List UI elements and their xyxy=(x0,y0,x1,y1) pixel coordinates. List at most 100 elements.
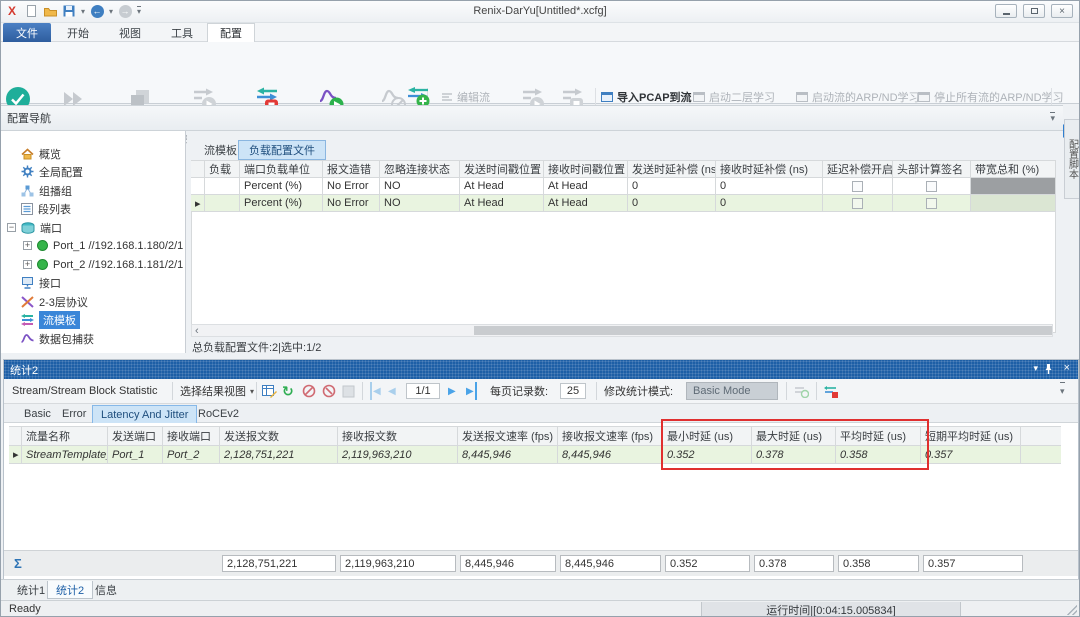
rx-port-cell[interactable]: Port_2 xyxy=(163,446,220,464)
collapse-node-icon[interactable]: − xyxy=(7,223,16,232)
table-row[interactable]: Percent (%) No Error NO At Head At Head … xyxy=(191,178,1056,195)
tab-load-profile[interactable]: 负载配置文件 xyxy=(238,140,326,160)
tab-error[interactable]: Error xyxy=(54,405,94,423)
tx-timestamp-cell[interactable]: At Head xyxy=(460,195,544,212)
minimize-button[interactable] xyxy=(995,4,1017,18)
column-header[interactable]: 带宽总和 (%) xyxy=(971,160,1056,178)
column-header[interactable]: 最大时延 (us) xyxy=(752,426,836,446)
restore-button[interactable] xyxy=(1023,4,1045,18)
max-latency-cell[interactable]: 0.378 xyxy=(752,446,836,464)
tab-config[interactable]: 配置 xyxy=(207,23,255,42)
load-cell[interactable] xyxy=(205,178,240,195)
refresh-icon[interactable]: ↻ xyxy=(282,382,294,400)
rx-comp-cell[interactable]: 0 xyxy=(716,178,823,195)
panel-dropdown-icon[interactable]: ▾ xyxy=(1033,363,1038,374)
table-row-selected[interactable]: ▸ Percent (%) No Error NO At Head At Hea… xyxy=(191,195,1056,212)
checkbox[interactable] xyxy=(852,181,863,192)
horizontal-scrollbar[interactable]: ‹ xyxy=(191,324,1053,337)
checkbox[interactable] xyxy=(926,181,937,192)
scrollbar-thumb[interactable] xyxy=(474,326,1052,335)
prev-page-icon[interactable]: ◀ xyxy=(388,382,396,400)
stream-block-stats-icon[interactable] xyxy=(824,382,839,400)
sidebar-item-global-config[interactable]: 全局配置 xyxy=(21,163,83,180)
column-header[interactable]: 发送报文数 xyxy=(220,426,338,446)
column-header[interactable]: 发送时延补偿 (ns) xyxy=(628,160,716,178)
unit-cell[interactable]: Percent (%) xyxy=(240,195,323,212)
expand-node-icon[interactable]: + xyxy=(23,241,32,250)
last-page-icon[interactable]: ▶ xyxy=(466,382,477,400)
column-header[interactable]: 端口负载单位 xyxy=(240,160,323,178)
sidebar-item-overview[interactable]: 概览 xyxy=(21,145,61,162)
pin-icon[interactable] xyxy=(1043,363,1054,378)
expand-node-icon[interactable]: + xyxy=(23,260,32,269)
column-header[interactable]: 最小时延 (us) xyxy=(663,426,752,446)
column-header[interactable]: 头部计算签名 xyxy=(893,160,971,178)
column-header[interactable]: 流量名称 xyxy=(22,426,108,446)
rx-frames-cell[interactable]: 2,119,963,210 xyxy=(338,446,458,464)
panel-menu-icon[interactable]: ▾ xyxy=(1050,112,1055,124)
select-result-view-button[interactable]: 选择结果视图 ▾ xyxy=(180,382,254,400)
per-page-input[interactable]: 25 xyxy=(560,383,586,399)
clear-all-statistics-icon[interactable] xyxy=(322,382,336,400)
column-header[interactable]: 接收报文速率 (fps) xyxy=(558,426,663,446)
sidebar-item-multicast-group[interactable]: 组播组 xyxy=(21,182,72,199)
tx-timestamp-cell[interactable]: At Head xyxy=(460,178,544,195)
tab-basic[interactable]: Basic xyxy=(16,405,59,423)
first-page-icon[interactable]: ◀ xyxy=(370,382,381,400)
sidebar-item-stream-template[interactable]: 流模板 xyxy=(21,311,80,328)
rx-rate-cell[interactable]: 8,445,946 xyxy=(558,446,663,464)
column-header[interactable]: 平均时延 (us) xyxy=(836,426,921,446)
unit-cell[interactable]: Percent (%) xyxy=(240,178,323,195)
tx-frames-cell[interactable]: 2,128,751,221 xyxy=(220,446,338,464)
rx-comp-cell[interactable]: 0 xyxy=(716,195,823,212)
tx-port-cell[interactable]: Port_1 xyxy=(108,446,163,464)
load-cell[interactable] xyxy=(205,195,240,212)
rx-timestamp-cell[interactable]: At Head xyxy=(544,195,628,212)
column-header[interactable]: 忽略连接状态 xyxy=(380,160,460,178)
column-header[interactable]: 短期平均时延 (us) xyxy=(921,426,1021,446)
column-header[interactable]: 接收时间戳位置 xyxy=(544,160,628,178)
import-pcap-button[interactable]: 导入PCAP到流 xyxy=(601,90,692,104)
column-header[interactable]: 延迟补偿开启 xyxy=(823,160,893,178)
column-header[interactable]: 接收时延补偿 (ns) xyxy=(716,160,823,178)
clear-statistics-icon[interactable] xyxy=(302,382,316,400)
tab-latency-and-jitter[interactable]: Latency And Jitter xyxy=(92,405,197,423)
column-header[interactable]: 发送报文速率 (fps) xyxy=(458,426,558,446)
sidebar-item-segment-list[interactable]: 段列表 xyxy=(21,200,71,217)
error-cell[interactable]: No Error xyxy=(323,178,380,195)
tab-tools[interactable]: 工具 xyxy=(159,23,205,42)
sidebar-item-ports[interactable]: − 端口 xyxy=(7,219,62,236)
stream-name-cell[interactable]: StreamTemplate_1 xyxy=(22,446,108,464)
rx-timestamp-cell[interactable]: At Head xyxy=(544,178,628,195)
close-button[interactable]: × xyxy=(1051,4,1073,18)
config-script-side-tab[interactable]: 配置脚本 xyxy=(1064,119,1080,199)
customize-columns-icon[interactable] xyxy=(262,382,277,400)
tab-file[interactable]: 文件 xyxy=(3,23,51,42)
tx-comp-cell[interactable]: 0 xyxy=(628,195,716,212)
min-latency-cell[interactable]: 0.352 xyxy=(663,446,752,464)
close-panel-icon[interactable]: × xyxy=(1064,362,1070,374)
latency-comp-cell[interactable] xyxy=(823,195,893,212)
tab-home[interactable]: 开始 xyxy=(55,23,101,42)
sidebar-item-interface[interactable]: 接口 xyxy=(21,274,61,291)
sidebar-item-port2[interactable]: + Port_2 //192.168.1.181/2/1 xyxy=(23,256,183,273)
sidebar-item-l23-protocols[interactable]: 2-3层协议 xyxy=(21,293,88,310)
sidebar-item-packet-capture[interactable]: 数据包捕获 xyxy=(21,330,94,347)
stats-data-row[interactable]: ▸ StreamTemplate_1 Port_1 Port_2 2,128,7… xyxy=(9,446,1061,464)
scroll-left-icon[interactable]: ‹ xyxy=(192,325,202,337)
tab-view[interactable]: 视图 xyxy=(107,23,153,42)
latency-comp-cell[interactable] xyxy=(823,178,893,195)
column-header[interactable]: 接收报文数 xyxy=(338,426,458,446)
checkbox[interactable] xyxy=(852,198,863,209)
resize-grip[interactable] xyxy=(1067,605,1077,615)
tx-rate-cell[interactable]: 8,445,946 xyxy=(458,446,558,464)
error-cell[interactable]: No Error xyxy=(323,195,380,212)
checkbox[interactable] xyxy=(926,198,937,209)
column-header[interactable]: 发送时间戳位置 xyxy=(460,160,544,178)
column-header[interactable]: 负载 xyxy=(205,160,240,178)
tx-comp-cell[interactable]: 0 xyxy=(628,178,716,195)
sidebar-item-port1[interactable]: + Port_1 //192.168.1.180/2/1 xyxy=(23,237,183,254)
next-page-icon[interactable]: ▶ xyxy=(448,382,456,400)
short-avg-latency-cell[interactable]: 0.357 xyxy=(921,446,1021,464)
column-header[interactable]: 接收端口 xyxy=(163,426,220,446)
